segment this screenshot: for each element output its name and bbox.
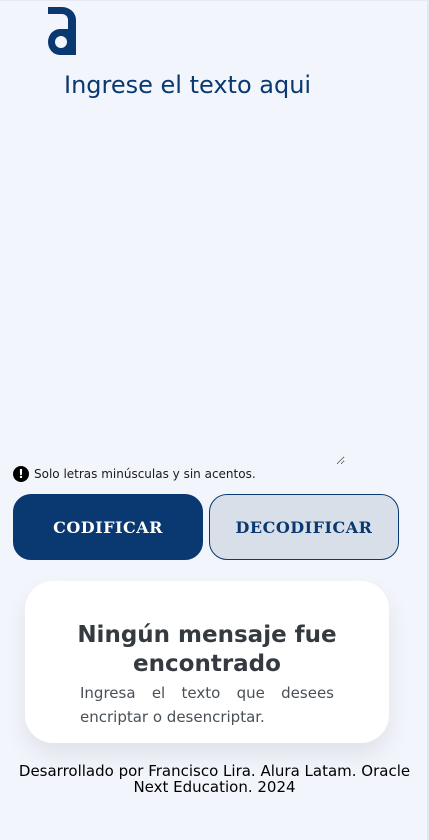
message-input[interactable] [60,67,345,465]
decrypt-button[interactable]: DECODIFICAR [209,494,399,560]
encrypt-button[interactable]: CODIFICAR [13,494,203,560]
result-card: Ningún mensaje fue encontrado Ingresa el… [25,581,389,743]
text-input-area [60,67,345,465]
alura-logo-icon [46,7,82,57]
input-hint: ! Solo letras minúsculas y sin acentos. [13,466,256,482]
exclamation-circle-icon: ! [13,466,29,482]
result-text: Ingresa el texto que desees encriptar o … [80,684,334,726]
hint-text: Solo letras minúsculas y sin acentos. [34,467,256,481]
footer-credits: Desarrollado por Francisco Lira. Alura L… [18,762,411,796]
encrypt-button-label: CODIFICAR [53,517,163,537]
result-title: Ningún mensaje fue encontrado [77,622,337,677]
decrypt-button-label: DECODIFICAR [235,517,373,537]
